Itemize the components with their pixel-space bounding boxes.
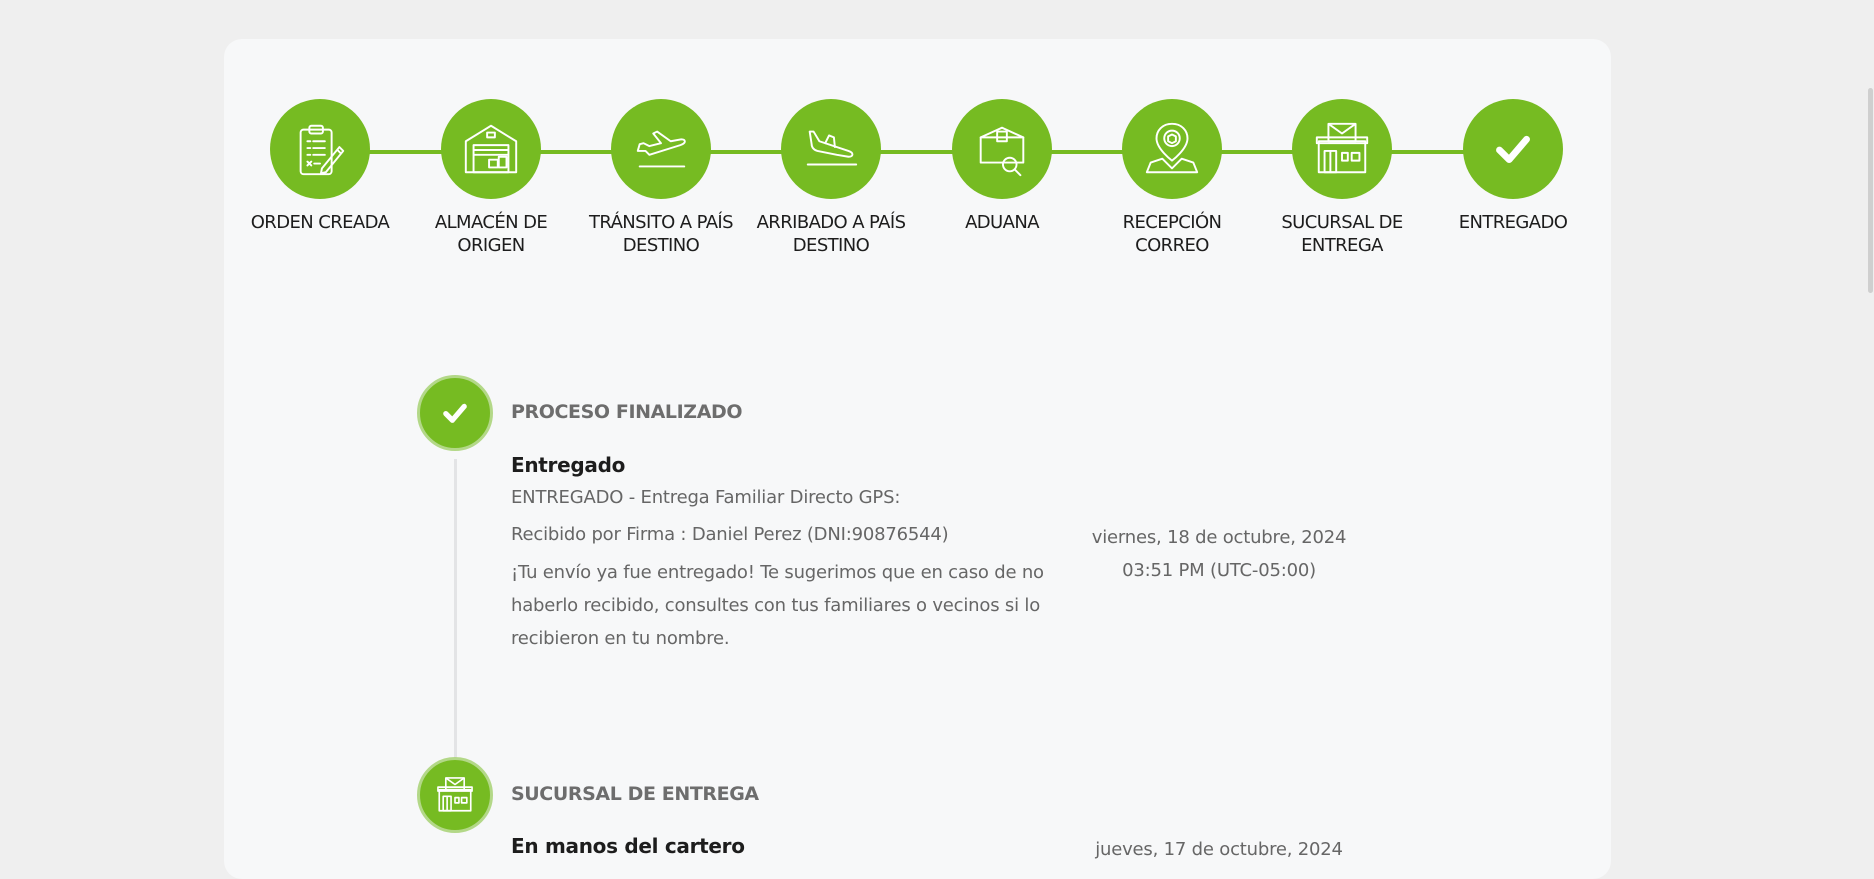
step-label: TRÁNSITO A PAÍS DESTINO (589, 212, 734, 256)
location-pin-package-icon (1145, 122, 1199, 174)
step-circle (1463, 99, 1563, 199)
step-orden-creada: ORDEN CREADA (240, 99, 400, 234)
step-label: ENTREGADO (1458, 212, 1568, 233)
step-almacen-de-origen: ALMACÉN DE ORIGEN (411, 99, 571, 257)
scrollbar-thumb[interactable] (1868, 88, 1873, 293)
post-office-icon (1315, 122, 1369, 174)
event-detail-line: ENTREGADO - Entrega Familiar Directo GPS… (511, 487, 901, 508)
event-date: viernes, 18 de octubre, 2024 (1091, 527, 1347, 548)
checkmark-icon (1496, 135, 1530, 164)
step-arribado-a-pais-destino: ARRIBADO A PAÍS DESTINO (751, 99, 911, 257)
event-badge (417, 757, 493, 833)
event-date: jueves, 17 de octubre, 2024 (1095, 839, 1343, 860)
step-circle (611, 99, 711, 199)
step-circle (1122, 99, 1222, 199)
step-label: SUCURSAL DE ENTREGA (1281, 212, 1403, 256)
page-scrollbar[interactable] (1866, 0, 1874, 859)
warehouse-icon (464, 124, 518, 174)
step-aduana: ADUANA (922, 99, 1082, 234)
timeline-line (454, 459, 457, 779)
step-circle (781, 99, 881, 199)
post-office-icon (437, 777, 473, 812)
event-title: SUCURSAL DE ENTREGA (511, 783, 759, 805)
event-recipient-line: Recibido por Firma : Daniel Perez (DNI:9… (511, 524, 949, 545)
event-heading: En manos del cartero (511, 834, 745, 858)
step-circle (952, 99, 1052, 199)
step-circle (1292, 99, 1392, 199)
step-recepcion-correo: RECEPCIÓN CORREO (1092, 99, 1252, 257)
step-circle (441, 99, 541, 199)
step-label: RECEPCIÓN CORREO (1122, 212, 1222, 256)
airplane-takeoff-icon (636, 130, 686, 168)
step-label: ADUANA (965, 212, 1039, 233)
event-message: ¡Tu envío ya fue entregado! Te sugerimos… (511, 562, 1044, 649)
step-label: ORDEN CREADA (250, 212, 390, 233)
event-title: PROCESO FINALIZADO (511, 401, 743, 423)
event-badge (417, 375, 493, 451)
event-time: 03:51 PM (UTC-05:00) (1122, 560, 1316, 581)
event-heading: Entregado (511, 453, 626, 477)
customs-package-search-icon (979, 126, 1025, 177)
checkmark-icon (443, 403, 467, 423)
step-label: ARRIBADO A PAÍS DESTINO (756, 212, 906, 256)
step-entregado: ENTREGADO (1433, 99, 1593, 234)
step-sucursal-de-entrega: SUCURSAL DE ENTREGA (1262, 99, 1422, 257)
step-circle (270, 99, 370, 199)
clipboard-checklist-icon (299, 124, 345, 176)
step-label: ALMACÉN DE ORIGEN (434, 212, 548, 256)
step-transito-a-pais-destino: TRÁNSITO A PAÍS DESTINO (581, 99, 741, 257)
shipment-progress-stepper: ORDEN CREADA ALMACÉN DE ORIGEN TRÁNSITO … (224, 39, 1611, 269)
airplane-landing-icon (806, 130, 858, 166)
tracking-card: ORDEN CREADA ALMACÉN DE ORIGEN TRÁNSITO … (224, 39, 1611, 879)
